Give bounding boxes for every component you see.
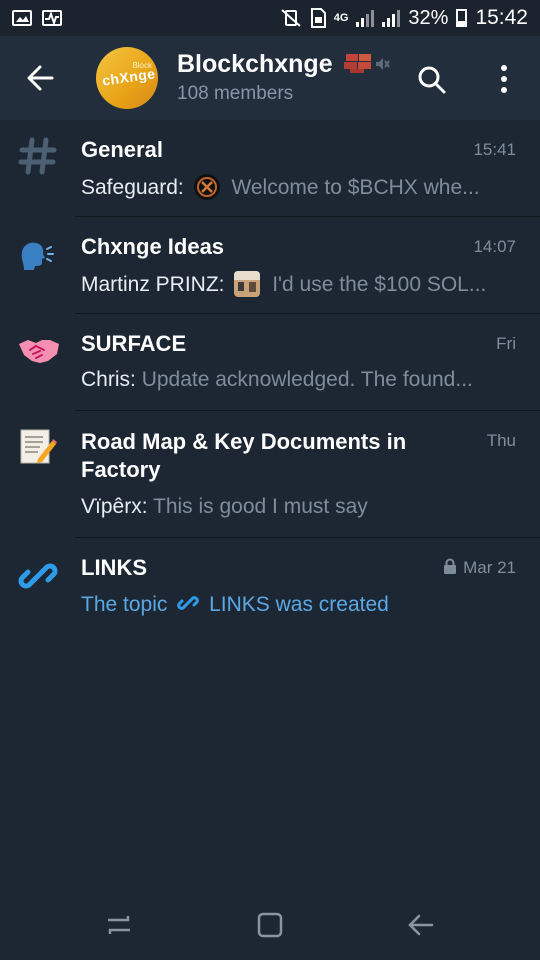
topic-time: Thu — [486, 431, 516, 450]
lock-icon — [444, 558, 457, 574]
topic-name-line1: Road Map & Key Documents in — [81, 429, 407, 454]
message-text-prefix: The topic — [81, 593, 168, 616]
activity-notification-icon — [42, 10, 62, 26]
signal-strength-2-icon — [382, 9, 401, 27]
more-options-button[interactable] — [494, 62, 514, 98]
arrow-left-icon — [27, 65, 54, 91]
message-text-suffix: LINKS was created — [209, 593, 389, 616]
recent-apps-icon — [108, 916, 130, 934]
topic-name-line2: Factory — [81, 457, 161, 482]
search-icon — [418, 66, 446, 94]
topic-last-message: Chris: Update acknowledged. The found... — [81, 368, 521, 392]
topic-time: 14:07 — [473, 237, 516, 256]
more-vertical-icon — [501, 65, 507, 93]
back-arrow-icon — [408, 914, 434, 936]
handshake-icon — [18, 334, 59, 374]
small-link-icon — [177, 596, 200, 610]
avatar-logo-text: chXnge — [101, 65, 157, 89]
topic-last-message: Martinz PRINZ: I'd use the $100 SOL... — [81, 271, 521, 297]
battery-percent: 32% — [408, 6, 449, 29]
topic-row-links[interactable]: LINKS Mar 21 The topic LINKS was created — [0, 538, 540, 635]
system-back-button[interactable] — [406, 910, 436, 940]
signal-strength-icon — [356, 9, 375, 27]
safeguard-avatar-icon — [193, 174, 220, 200]
bricks-emoji-icon — [343, 54, 371, 73]
message-sender: Chris: — [81, 368, 136, 391]
home-icon — [257, 912, 283, 938]
topic-name: General — [81, 137, 163, 162]
message-sender: Vïpêrx: — [81, 495, 148, 518]
group-title[interactable]: Blockchxnge — [177, 50, 374, 79]
group-title-text: Blockchxnge — [177, 50, 333, 78]
recent-apps-button[interactable] — [104, 910, 134, 940]
topic-name: Chxnge Ideas — [81, 234, 225, 259]
topic-last-message: The topic LINKS was created — [81, 592, 521, 617]
topic-last-message: Vïpêrx: This is good I must say — [81, 495, 521, 519]
message-text: I'd use the $100 SOL... — [272, 273, 487, 296]
network-type-label: 4G — [333, 12, 349, 24]
status-bar: 4G 32% 15:42 — [0, 0, 540, 36]
member-count: 108 members — [177, 83, 294, 104]
speaking-head-icon — [18, 235, 58, 275]
link-icon — [18, 556, 58, 596]
memo-icon — [18, 427, 58, 467]
sim-icon — [310, 8, 326, 28]
topic-last-message: Safeguard: Welcome to $BCHX whe... — [81, 174, 521, 200]
topic-time: 15:41 — [473, 140, 516, 159]
topic-time: Mar 21 — [443, 558, 516, 578]
hashtag-icon — [18, 136, 58, 176]
back-button[interactable] — [22, 58, 62, 98]
gallery-notification-icon — [12, 10, 32, 26]
topic-name: Road Map & Key Documents in Factory — [81, 428, 406, 484]
topic-row-surface[interactable]: SURFACE Fri Chris: Update acknowledged. … — [0, 314, 540, 411]
topic-time-text: Mar 21 — [463, 558, 516, 577]
topic-row-general[interactable]: General 15:41 Safeguard: Welcome to $BCH… — [0, 120, 540, 217]
message-text: Welcome to $BCHX whe... — [231, 176, 480, 199]
topic-row-road-map[interactable]: Road Map & Key Documents in Factory Thu … — [0, 411, 540, 538]
home-button[interactable] — [255, 910, 285, 940]
topic-name: SURFACE — [81, 331, 187, 356]
chat-header: Block chXnge Blockchxnge 108 members — [0, 36, 540, 120]
message-sender: Safeguard: — [81, 176, 184, 199]
message-sender: Martinz PRINZ: — [81, 273, 225, 296]
clock: 15:42 — [475, 6, 528, 29]
vibrate-mute-icon — [281, 9, 301, 27]
message-text: Update acknowledged. The found... — [141, 368, 473, 391]
muted-icon — [374, 56, 390, 77]
message-text: This is good I must say — [153, 495, 368, 518]
system-navigation-bar — [0, 888, 540, 960]
topic-time: Fri — [496, 334, 516, 353]
photo-thumbnail-icon — [234, 271, 261, 297]
search-button[interactable] — [414, 62, 450, 98]
topic-name: LINKS — [81, 555, 147, 580]
topic-row-chxnge-ideas[interactable]: Chxnge Ideas 14:07 Martinz PRINZ: I'd us… — [0, 217, 540, 314]
group-avatar[interactable]: Block chXnge — [96, 47, 158, 109]
battery-icon — [456, 9, 468, 27]
